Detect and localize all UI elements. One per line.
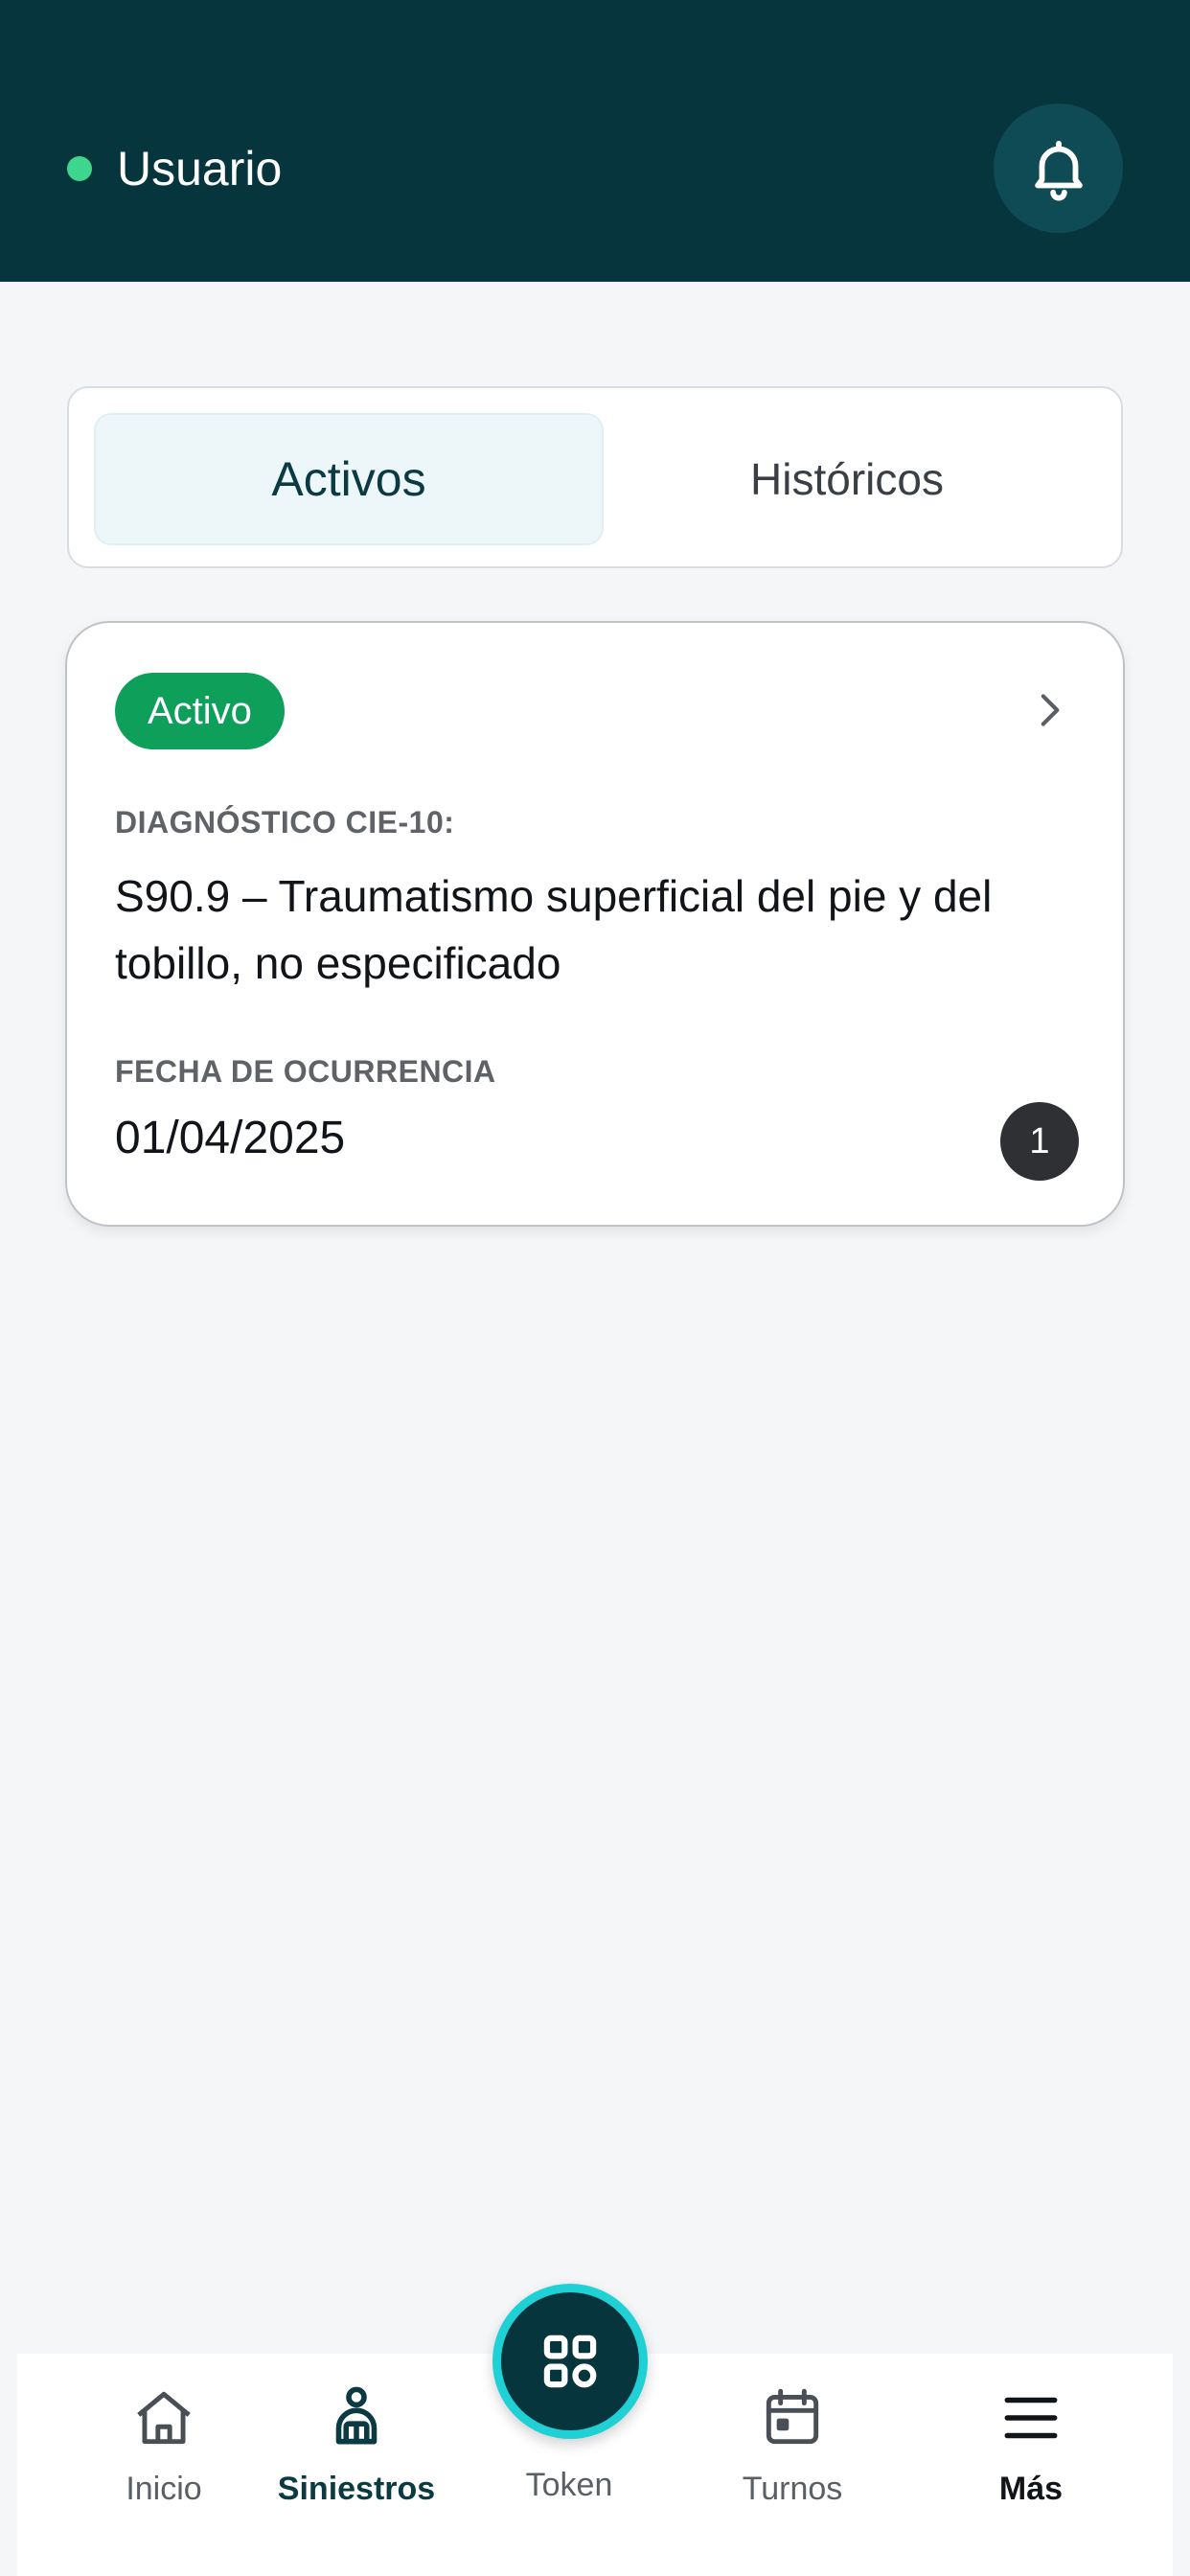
notifications-button[interactable] [994,104,1123,233]
nav-label-turnos: Turnos [742,2471,843,2507]
claim-card[interactable]: Activo DIAGNÓSTICO CIE-10: S90.9 – Traum… [65,621,1125,1227]
count-badge: 1 [1000,1102,1079,1181]
nav-item-mas[interactable]: Más [935,2382,1127,2545]
chevron-right-icon[interactable] [1025,686,1073,734]
nav-label-inicio: Inicio [126,2471,202,2507]
grid-icon [543,2334,597,2388]
nav-item-inicio[interactable]: Inicio [68,2382,260,2545]
online-status-dot [67,156,92,181]
occurrence-date-label: FECHA DE OCURRENCIA [115,1054,496,1089]
nav-label-token: Token [525,2467,613,2503]
nav-item-siniestros[interactable]: Siniestros [261,2382,452,2545]
nav-label-mas: Más [998,2471,1064,2507]
app-screen: Usuario Activos Históricos Activo DIAGNÓ… [0,0,1190,2576]
menu-icon [1004,2397,1058,2439]
user-name: Usuario [117,142,283,196]
tab-activos-label: Activos [271,452,426,506]
tab-historicos[interactable]: Históricos [592,413,1102,545]
status-badge: Activo [115,673,285,749]
nav-label-siniestros: Siniestros [277,2471,436,2507]
bell-icon [1034,140,1083,201]
app-header: Usuario [0,0,1190,282]
diagnosis-text: S90.9 – Traumatismo superficial del pie … [115,871,993,988]
diagnosis-label: DIAGNÓSTICO CIE-10: [115,805,455,840]
tab-historicos-label: Históricos [750,454,944,504]
occurrence-date: 01/04/2025 [115,1113,346,1163]
nav-item-turnos[interactable]: Turnos [697,2382,888,2545]
claims-tabs: Activos Históricos [67,386,1123,568]
token-button[interactable] [492,2284,648,2439]
person-injury-icon [335,2386,378,2445]
tab-activos[interactable]: Activos [94,413,604,545]
calendar-icon [766,2388,819,2445]
home-icon [137,2391,191,2445]
